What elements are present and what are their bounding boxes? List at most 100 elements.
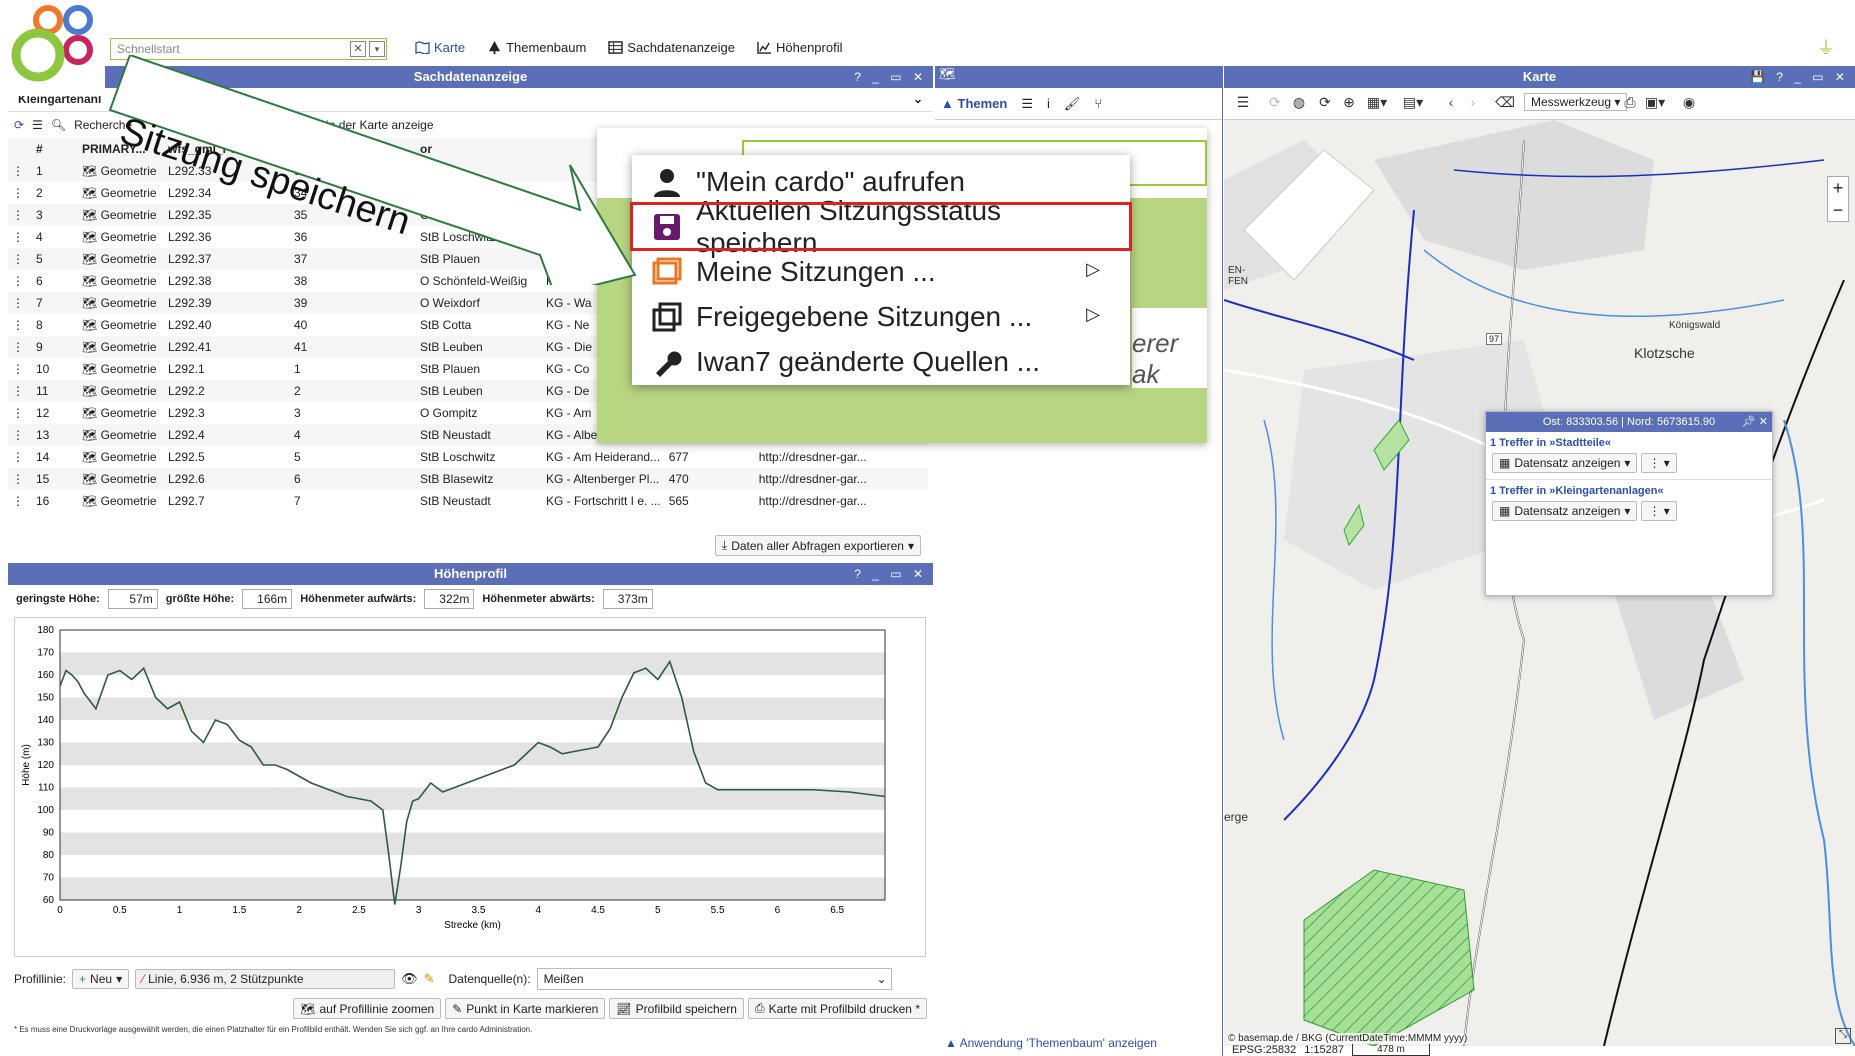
table-cell[interactable]: 🗺︎ Geometrie bbox=[78, 292, 164, 314]
map-icon: 🗺︎ bbox=[82, 318, 98, 332]
print-map-button[interactable]: ⎙ Karte mit Profilbild drucken * bbox=[747, 998, 927, 1019]
chevron-double-down-icon[interactable]: ⌄ bbox=[913, 92, 923, 106]
row-handle-icon[interactable]: ⋮ bbox=[8, 336, 32, 358]
table-cell[interactable]: 🗺︎ Geometrie bbox=[78, 468, 164, 490]
menu-item-save-session[interactable]: Aktuellen Sitzungsstatus speichern bbox=[630, 195, 1132, 258]
map-icon: 🗺︎ bbox=[82, 362, 98, 376]
show-record-button[interactable]: ▦ Datensatz anzeigen ▾ bbox=[1492, 501, 1638, 521]
table-cell[interactable]: 🗺︎ Geometrie bbox=[78, 490, 164, 512]
grid-icon[interactable]: ▤▾ bbox=[1402, 92, 1424, 112]
tab-hoehenprofil[interactable]: Höhenprofil bbox=[757, 40, 843, 55]
expand-icon[interactable]: ⤡ bbox=[1835, 1028, 1851, 1044]
table-cell: 41 bbox=[290, 336, 416, 358]
row-handle-icon[interactable]: ⋮ bbox=[8, 314, 32, 336]
save-profile-image-button[interactable]: 📈︎ Profilbild speichern bbox=[609, 998, 744, 1019]
export-button[interactable]: ⤓ Daten aller Abfragen exportieren ▾ bbox=[714, 535, 921, 556]
row-handle-icon[interactable]: ⋮ bbox=[8, 468, 32, 490]
search-icon[interactable]: 🔍︎ bbox=[51, 118, 66, 132]
image-icon[interactable]: ▣▾ bbox=[1644, 92, 1666, 112]
hit-stadtteile: 1 Treffer in »Stadtteile« bbox=[1490, 437, 1612, 449]
row-handle-icon[interactable]: ⋮ bbox=[8, 358, 32, 380]
more-button[interactable]: ⋮ ▾ bbox=[1641, 453, 1677, 473]
table-cell[interactable]: 🗺︎ Geometrie bbox=[78, 402, 164, 424]
window-controls[interactable]: ? _ ▭ ✕ bbox=[854, 66, 927, 88]
place-label: Klotzsche bbox=[1634, 345, 1695, 361]
row-handle-icon[interactable]: ⋮ bbox=[8, 204, 32, 226]
pencil-icon[interactable]: ✎ bbox=[424, 971, 435, 987]
table-cell[interactable]: 🗺︎ Geometrie bbox=[78, 314, 164, 336]
plug-icon[interactable]: ⏚ bbox=[1817, 34, 1835, 60]
show-record-button[interactable]: ▦ Datensatz anzeigen ▾ bbox=[1492, 453, 1638, 473]
map-icon[interactable]: 🗺︎ bbox=[935, 66, 956, 81]
brush-icon[interactable]: 🖌︎ bbox=[1064, 96, 1081, 112]
mark-point-button[interactable]: ✎ Punkt in Karte markieren bbox=[445, 998, 606, 1019]
tab-sachdatenanzeige[interactable]: Sachdatenanzeige bbox=[608, 40, 735, 55]
table-cell[interactable]: 🗺︎ Geometrie bbox=[78, 424, 164, 446]
refresh-icon[interactable]: ⟳ bbox=[14, 118, 24, 132]
y-tick-label: 130 bbox=[37, 738, 54, 749]
more-button[interactable]: ⋮ ▾ bbox=[1641, 501, 1677, 521]
print-icon[interactable]: ⎙ bbox=[1619, 92, 1641, 112]
forward-icon[interactable]: › bbox=[1462, 92, 1484, 112]
menu-item-changed-sources[interactable]: Iwan7 geänderte Quellen ... bbox=[632, 339, 1130, 384]
camera-icon[interactable]: ◉ bbox=[1678, 92, 1700, 112]
list-icon[interactable]: ☰ bbox=[1021, 96, 1033, 112]
row-handle-icon[interactable]: ⋮ bbox=[8, 182, 32, 204]
window-controls[interactable]: 💾 ? _ ▭ ✕ bbox=[1750, 66, 1849, 88]
zoom-to-line-button[interactable]: 🗺︎ auf Profillinie zoomen bbox=[293, 998, 442, 1019]
list-icon[interactable]: ☰ bbox=[1232, 92, 1254, 112]
datenquelle-value: Meißen bbox=[543, 972, 584, 986]
row-handle-icon[interactable]: ⋮ bbox=[8, 292, 32, 314]
row-handle-icon[interactable]: ⋮ bbox=[8, 402, 32, 424]
row-handle-icon[interactable]: ⋮ bbox=[8, 380, 32, 402]
table-cell[interactable]: 🗺︎ Geometrie bbox=[78, 358, 164, 380]
row-handle-icon[interactable]: ⋮ bbox=[8, 490, 32, 512]
row-handle-icon[interactable]: ⋮ bbox=[8, 270, 32, 292]
table-cell: 39 bbox=[290, 292, 416, 314]
table-cell: KG - Fortschritt I e. ... bbox=[546, 494, 661, 508]
line-select[interactable]: ⁄ Linie, 6.936 m, 2 Stützpunkte bbox=[135, 969, 396, 989]
sync-icon[interactable]: ⟳ bbox=[1314, 92, 1336, 112]
row-handle-icon[interactable]: ⋮ bbox=[8, 248, 32, 270]
new-line-button[interactable]: + Neu ▾ bbox=[72, 969, 130, 989]
row-handle-icon[interactable]: ⋮ bbox=[8, 446, 32, 468]
elevation-chart[interactable]: 60 70 80 90 100 110 120 130 140 150 160 170 180 0 0.5 1… bbox=[14, 617, 926, 957]
cell-text: Geometrie bbox=[100, 450, 157, 464]
window-controls[interactable]: ? _ ▭ ✕ bbox=[854, 563, 927, 585]
map-toolbar: ☰ ⟳ ◍ ⟳ ⊕ ▦▾ ▤▾ ‹ › ⌫ Messwerkzeug ▾ ⎙ ▣… bbox=[1224, 88, 1855, 120]
eraser-icon[interactable]: ⌫ bbox=[1494, 92, 1516, 112]
back-icon[interactable]: ‹ bbox=[1440, 92, 1462, 112]
refresh-icon[interactable]: ⟳ bbox=[1264, 92, 1286, 112]
row-handle-icon[interactable]: ⋮ bbox=[8, 160, 32, 182]
table-row[interactable]: ⋮ 16 🗺︎ Geometrie L292.7 7 StB Neustadt KG - F… bbox=[8, 490, 928, 512]
menu-item-shared-sessions[interactable]: Freigegebene Sitzungen ... ▷ bbox=[632, 294, 1130, 339]
themenbaum-link[interactable]: ▲ Anwendung 'Themenbaum' anzeigen bbox=[945, 1036, 1157, 1050]
tab-karte[interactable]: Karte bbox=[415, 40, 465, 55]
zoom-out-button[interactable]: − bbox=[1828, 199, 1848, 221]
eye-icon[interactable]: 👁︎ bbox=[401, 971, 418, 987]
tab-themenbaum[interactable]: Themenbaum bbox=[487, 40, 586, 55]
row-handle-icon[interactable]: ⋮ bbox=[8, 424, 32, 446]
tab-themen[interactable]: ▲ Themen bbox=[941, 96, 1007, 111]
target-icon[interactable]: ⊕ bbox=[1338, 92, 1360, 112]
table-cell: 3 bbox=[294, 406, 301, 420]
branch-icon[interactable]: ⑂ bbox=[1094, 96, 1102, 111]
list-icon[interactable]: ☰ bbox=[32, 118, 43, 132]
globe-icon[interactable]: ◍ bbox=[1288, 92, 1310, 112]
row-handle-icon[interactable]: ⋮ bbox=[8, 226, 32, 248]
menu-item-my-sessions[interactable]: Meine Sitzungen ... ▷ bbox=[632, 249, 1130, 294]
table-cell[interactable]: 🗺︎ Geometrie bbox=[78, 380, 164, 402]
zoom-in-button[interactable]: + bbox=[1828, 177, 1848, 199]
layer-table-icon[interactable]: ▦▾ bbox=[1366, 92, 1388, 112]
popup-header: Ost: 833303.56 | Nord: 5673615.90 📌︎ ✕ bbox=[1486, 412, 1772, 432]
table-cell[interactable]: 🗺︎ Geometrie bbox=[78, 336, 164, 358]
measure-dropdown[interactable]: Messwerkzeug ▾ bbox=[1524, 93, 1628, 111]
table-row[interactable]: ⋮ 15 🗺︎ Geometrie L292.6 6 StB Blasewitz KG - … bbox=[8, 468, 928, 490]
table-row[interactable]: ⋮ 14 🗺︎ Geometrie L292.5 5 StB Loschwitz KG - … bbox=[8, 446, 928, 468]
info-icon[interactable]: i bbox=[1047, 96, 1050, 111]
datenquelle-select[interactable]: Meißen ⌄ bbox=[536, 968, 892, 990]
pin-close-icons[interactable]: 📌︎ ✕ bbox=[1742, 412, 1768, 432]
column-header[interactable]: # bbox=[32, 138, 78, 160]
table-cell[interactable]: 🗺︎ Geometrie bbox=[78, 446, 164, 468]
measure-label: Messwerkzeug bbox=[1531, 95, 1612, 109]
